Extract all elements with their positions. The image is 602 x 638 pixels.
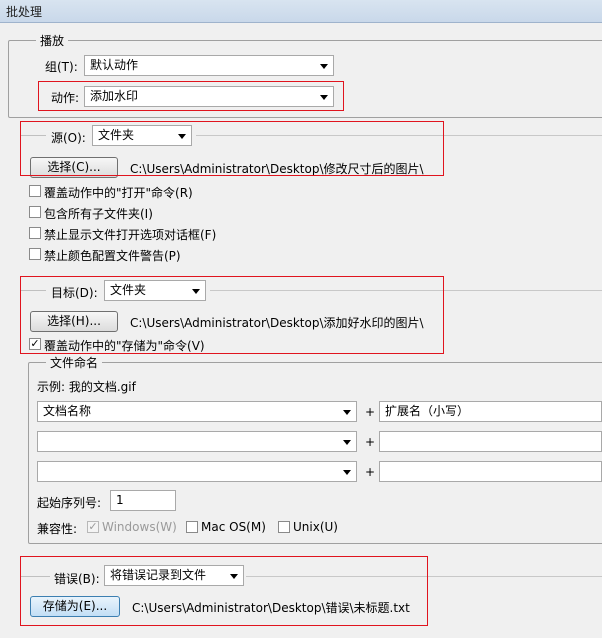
compat-unix-label: Unix(U) [293, 520, 338, 534]
destination-separator [210, 290, 602, 291]
action-select-value: 添加水印 [90, 89, 139, 103]
naming-select-right[interactable]: 扩展名（小写） [379, 401, 602, 422]
chevron-down-icon [343, 410, 351, 415]
errors-left-line [20, 576, 50, 577]
override-save-label: 覆盖动作中的"存储为"命令(V) [44, 339, 205, 353]
compat-windows-label: Windows(W) [102, 520, 177, 534]
source-option-label: 覆盖动作中的"打开"命令(R) [44, 186, 193, 200]
errors-select[interactable]: 将错误记录到文件 [104, 565, 244, 586]
chevron-down-icon [343, 440, 351, 445]
source-option-label: 包含所有子文件夹(I) [44, 207, 153, 221]
destination-path: C:\Users\Administrator\Desktop\添加好水印的图片\ [130, 316, 424, 330]
start-serial-input[interactable]: 1 [110, 490, 176, 511]
title-bar: 批处理 [0, 0, 602, 23]
naming-example: 示例: 我的文档.gif [37, 380, 136, 394]
compat-unix-checkbox[interactable] [278, 521, 290, 533]
source-label: 源(O): [51, 131, 86, 145]
source-separator [196, 135, 602, 136]
group-select-value: 默认动作 [90, 58, 139, 72]
source-option-checkbox[interactable] [29, 185, 41, 197]
source-option-checkbox[interactable] [29, 248, 41, 260]
errors-path: C:\Users\Administrator\Desktop\错误\未标题.tx… [132, 601, 410, 615]
naming-select-left[interactable] [37, 461, 357, 482]
compat-windows-checkbox: ✓ [87, 520, 99, 533]
source-option-label: 禁止颜色配置文件警告(P) [44, 249, 181, 263]
source-left-line [20, 135, 46, 136]
naming-select-right[interactable] [379, 431, 602, 452]
window-title: 批处理 [6, 5, 43, 19]
chevron-down-icon [343, 470, 351, 475]
naming-select-right[interactable] [379, 461, 602, 482]
chevron-down-icon [320, 64, 328, 69]
source-path: C:\Users\Administrator\Desktop\修改尺寸后的图片\ [130, 162, 424, 176]
chevron-down-icon [178, 134, 186, 139]
plus-sign: + [365, 465, 376, 479]
source-option-label: 禁止显示文件打开选项对话框(F) [44, 228, 217, 242]
source-option-checkbox[interactable] [29, 206, 41, 218]
source-select-value: 文件夹 [98, 128, 135, 142]
source-choose-button[interactable]: 选择(C)... [30, 157, 118, 178]
compat-macos-checkbox[interactable] [186, 521, 198, 533]
plus-sign: + [365, 405, 376, 419]
errors-separator [246, 576, 602, 577]
destination-choose-button[interactable]: 选择(H)... [30, 311, 118, 332]
group-select[interactable]: 默认动作 [84, 55, 334, 76]
chevron-down-icon [320, 95, 328, 100]
naming-select-left[interactable]: 文档名称 [37, 401, 357, 422]
errors-select-value: 将错误记录到文件 [110, 568, 207, 582]
start-serial-label: 起始序列号: [37, 496, 102, 510]
destination-select-value: 文件夹 [110, 283, 147, 297]
errors-label: 错误(B): [54, 572, 100, 586]
action-label: 动作: [51, 91, 80, 105]
destination-select[interactable]: 文件夹 [104, 280, 206, 301]
naming-select-left[interactable] [37, 431, 357, 452]
compat-macos-label: Mac OS(M) [201, 520, 266, 534]
naming-section-label: 文件命名 [46, 354, 103, 371]
compat-label: 兼容性: [37, 522, 78, 536]
action-select[interactable]: 添加水印 [84, 86, 334, 107]
destination-left-line [20, 290, 46, 291]
override-save-checkbox[interactable]: ✓ [29, 338, 41, 350]
errors-save-button[interactable]: 存储为(E)... [30, 596, 120, 617]
plus-sign: + [365, 435, 376, 449]
group-label: 组(T): [45, 60, 78, 74]
source-option-checkbox[interactable] [29, 227, 41, 239]
destination-label: 目标(D): [51, 286, 98, 300]
chevron-down-icon [192, 289, 200, 294]
play-section-label: 播放 [36, 32, 69, 49]
source-select[interactable]: 文件夹 [92, 125, 192, 146]
chevron-down-icon [230, 574, 238, 579]
